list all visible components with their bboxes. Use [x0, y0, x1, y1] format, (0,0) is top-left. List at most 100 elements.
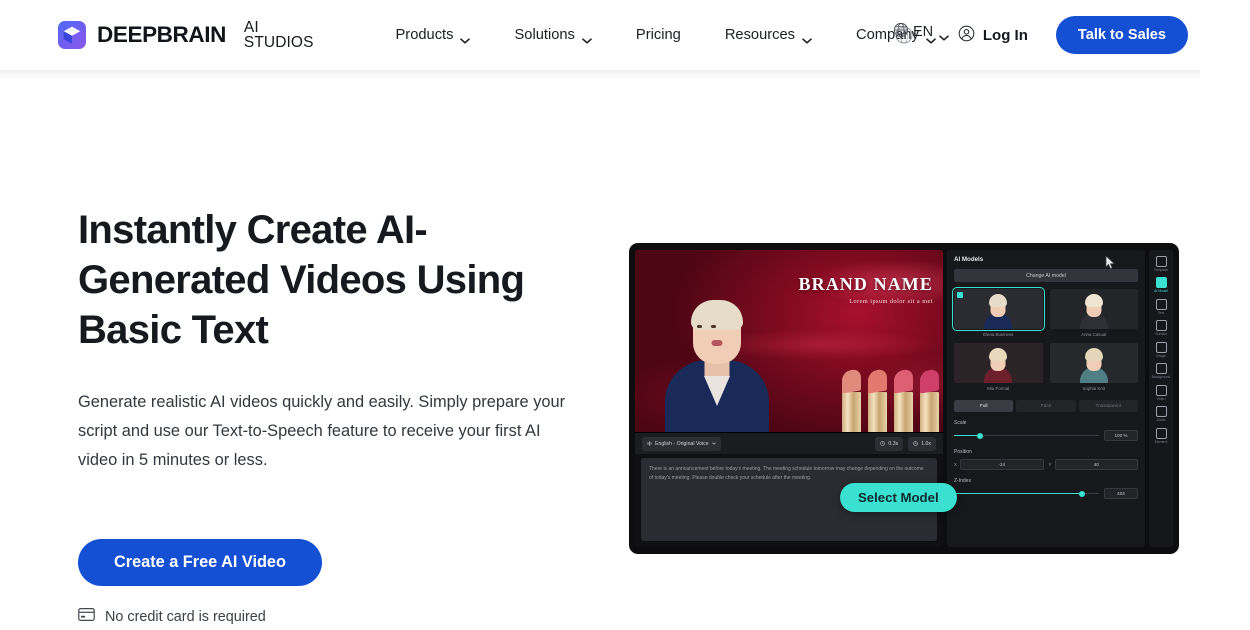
rail-item-background[interactable]: Background — [1149, 361, 1173, 382]
background-icon — [1155, 363, 1167, 374]
rail-item-element[interactable]: Element — [1149, 425, 1173, 446]
rail-label: Audio — [1156, 418, 1166, 422]
nav-item-pricing[interactable]: Pricing — [614, 19, 703, 51]
canvas-brand-headline: BRAND NAME — [798, 274, 933, 294]
rail-item-text[interactable]: Text — [1149, 296, 1173, 317]
header-actions: Log In Talk to Sales — [958, 16, 1189, 54]
canvas-brand-text: BRAND NAME Lorem ipsum dolor sit a met — [799, 274, 934, 305]
talk-to-sales-button[interactable]: Talk to Sales — [1055, 16, 1189, 54]
rail-item-subtitle[interactable]: Subtitle — [1149, 318, 1173, 339]
site-header: DEEPBRAIN AI STUDIOS Products Solutions … — [0, 0, 1200, 79]
pause-value: 0.3s — [888, 440, 899, 447]
segment-full[interactable]: Full — [954, 400, 1014, 412]
scale-slider[interactable] — [954, 432, 1099, 440]
brand-logo-link[interactable]: DEEPBRAIN AI STUDIOS — [58, 18, 314, 51]
segment-transparent[interactable]: Transparent — [1078, 400, 1138, 412]
model-grid: Elena Business Anna Casual Mia Formal So… — [952, 287, 1138, 391]
zindex-slider[interactable] — [954, 490, 1099, 498]
hero-subtitle: Generate realistic AI videos quickly and… — [78, 393, 566, 469]
template-icon — [1155, 255, 1167, 267]
account-circle-icon — [958, 25, 975, 46]
rail-item-ai-model[interactable]: AI Model — [1149, 275, 1173, 296]
model-name: Anna Casual — [1081, 332, 1107, 337]
position-y-value[interactable]: 40 — [1054, 459, 1138, 470]
voice-label: English - Original Voice — [655, 440, 709, 447]
login-label: Log In — [982, 26, 1028, 44]
model-name: Sophia Knit — [1082, 386, 1105, 391]
nav-item-products[interactable]: Products — [374, 19, 493, 51]
chevron-down-icon — [582, 32, 592, 44]
nav-label: Pricing — [635, 27, 681, 43]
segment-face[interactable]: Face — [1016, 400, 1076, 412]
nav-label: Solutions — [514, 27, 575, 43]
video-icon — [1155, 384, 1167, 396]
brand-suffix: AI STUDIOS — [243, 18, 314, 51]
create-free-ai-video-button[interactable]: Create a Free AI Video — [78, 539, 322, 586]
lipstick-product-row — [842, 368, 939, 432]
video-canvas[interactable]: BRAND NAME Lorem ipsum dolor sit a met — [635, 250, 943, 432]
scale-control: 100 % — [954, 430, 1138, 441]
rail-item-template[interactable]: Template — [1149, 253, 1173, 274]
rail-item-audio[interactable]: Audio — [1149, 404, 1173, 425]
zindex-label: Z-Index — [954, 478, 971, 484]
language-selector[interactable]: EN — [893, 22, 949, 42]
canvas-brand-subline: Lorem ipsum dolor sit a met — [849, 298, 933, 305]
scale-label: Scale — [954, 420, 967, 426]
speed-control[interactable]: 1.0x — [908, 436, 936, 451]
chevron-down-icon — [711, 442, 716, 445]
rail-item-video[interactable]: Video — [1149, 382, 1173, 403]
credit-card-icon — [78, 608, 95, 625]
clock-icon — [880, 441, 886, 446]
nav-label: Resources — [724, 27, 796, 43]
rail-label: Background — [1151, 375, 1171, 379]
no-credit-card-note: No credit card is required — [78, 608, 638, 625]
rail-label: Image — [1156, 353, 1166, 358]
voice-icon — [647, 441, 652, 446]
stage-toolbar: English - Original Voice 0.3s 1.0x — [635, 432, 943, 454]
rail-label: AI Model — [1154, 289, 1168, 293]
rail-item-image[interactable]: Image — [1149, 339, 1173, 360]
hero-copy: Instantly Create AI-Generated Videos Usi… — [78, 71, 638, 625]
rail-label: Element — [1154, 439, 1168, 444]
nav-item-resources[interactable]: Resources — [703, 19, 834, 51]
chevron-down-icon — [939, 29, 949, 41]
page-title: Instantly Create AI-Generated Videos Usi… — [78, 208, 525, 352]
chevron-down-icon — [802, 32, 812, 44]
position-label: Position — [954, 449, 972, 455]
pause-duration-control[interactable]: 0.3s — [875, 436, 904, 451]
element-icon — [1155, 427, 1167, 439]
position-x-axis-label: X — [954, 462, 958, 467]
rail-label: Template — [1153, 267, 1169, 272]
select-model-tooltip[interactable]: Select Model — [840, 483, 957, 512]
voice-selector[interactable]: English - Original Voice — [642, 436, 721, 451]
model-crop-segmented-control: Full Face Transparent — [954, 400, 1138, 412]
cube-logo-icon — [58, 21, 86, 49]
speed-value: 1.0x — [921, 440, 931, 447]
model-card[interactable]: Elena Business — [952, 287, 1045, 337]
model-card[interactable]: Anna Casual — [1049, 289, 1138, 337]
no-credit-card-label: No credit card is required — [105, 608, 266, 625]
brand-name: DEEPBRAIN — [97, 21, 226, 47]
login-button[interactable]: Log In — [958, 25, 1028, 46]
editor-tool-rail: Template AI Model Text Subtitle Image Ba… — [1149, 250, 1173, 547]
rail-label: Subtitle — [1155, 332, 1167, 336]
zindex-control: 404 — [954, 488, 1138, 499]
image-icon — [1155, 341, 1167, 353]
globe-icon — [893, 22, 909, 42]
model-name: Elena Business — [983, 332, 1014, 337]
rail-label: Video — [1156, 396, 1166, 401]
nav-item-solutions[interactable]: Solutions — [492, 19, 613, 51]
model-card[interactable]: Sophia Knit — [1049, 343, 1138, 391]
product-screenshot: BRAND NAME Lorem ipsum dolor sit a met E… — [629, 243, 1179, 554]
ai-models-panel: AI Models Change AI model Elena Business… — [947, 250, 1145, 547]
model-card[interactable]: Mia Formal — [954, 343, 1043, 391]
subtitle-icon — [1155, 320, 1167, 331]
main-nav: Products Solutions Pricing Resources Com… — [374, 19, 958, 51]
zindex-value[interactable]: 404 — [1104, 488, 1138, 499]
scale-value[interactable]: 100 % — [1104, 430, 1138, 441]
mouse-cursor-icon — [1105, 255, 1116, 275]
ai-model-icon — [1155, 277, 1167, 288]
selected-badge-icon — [957, 292, 963, 298]
position-x-value[interactable]: -24 — [960, 459, 1044, 470]
chevron-down-icon — [460, 32, 471, 44]
